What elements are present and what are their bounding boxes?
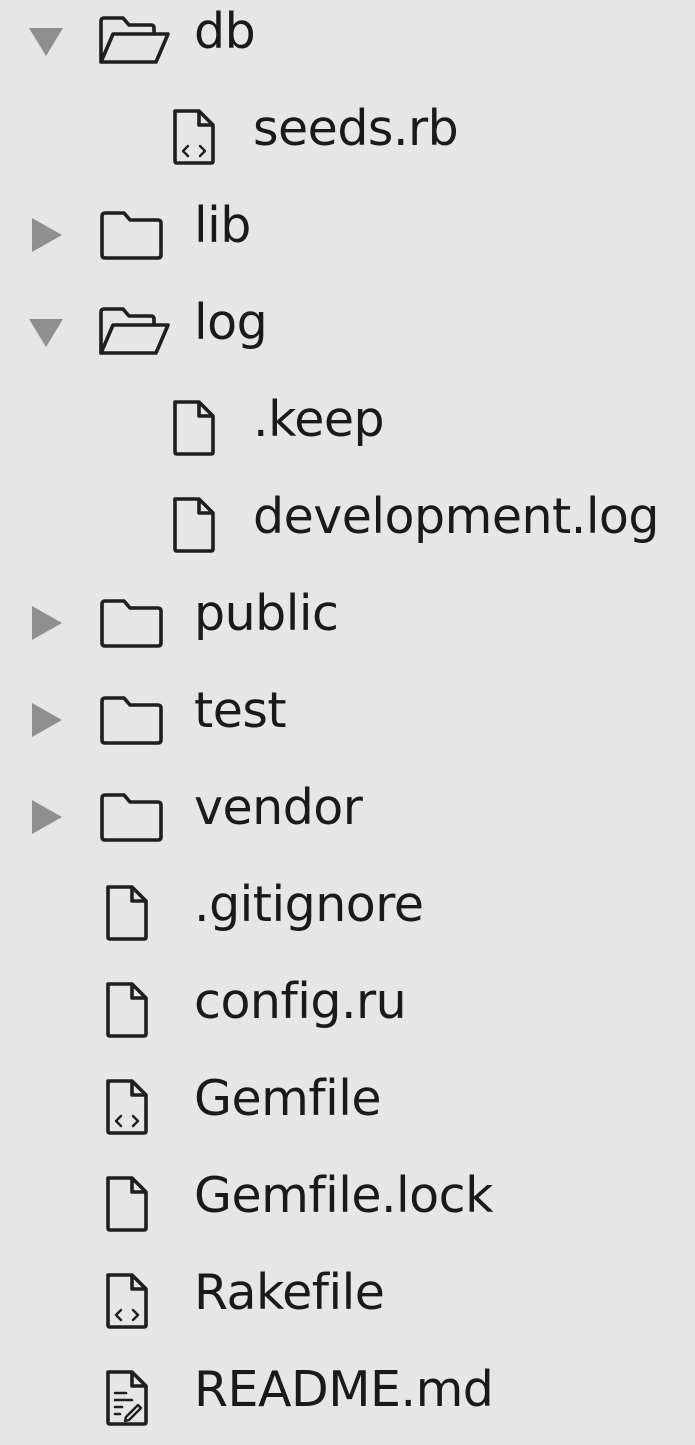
tree-item-label: .keep xyxy=(253,391,385,448)
tree-file-row[interactable]: Rakefile xyxy=(0,1255,695,1351)
tree-item-label: log xyxy=(194,294,268,351)
tree-file-row[interactable]: README.md xyxy=(0,1352,695,1445)
tree-item-label: seeds.rb xyxy=(253,100,459,157)
tree-folder-row[interactable]: lib xyxy=(0,188,695,284)
disclosure-collapsed-icon[interactable] xyxy=(26,797,66,837)
tree-item-label: Rakefile xyxy=(194,1264,385,1321)
tree-file-row[interactable]: Gemfile xyxy=(0,1061,695,1157)
tree-file-row[interactable]: .gitignore xyxy=(0,867,695,963)
tree-folder-row[interactable]: test xyxy=(0,673,695,769)
disclosure-collapsed-icon[interactable] xyxy=(26,215,66,255)
markdown-file-icon xyxy=(96,1370,172,1426)
tree-file-row[interactable]: Gemfile.lock xyxy=(0,1158,695,1254)
folder-icon xyxy=(96,594,172,650)
tree-file-row[interactable]: config.ru xyxy=(0,964,695,1060)
folder-open-icon xyxy=(96,12,172,68)
disclosure-collapsed-icon[interactable] xyxy=(26,700,66,740)
file-icon xyxy=(96,982,172,1038)
folder-open-icon xyxy=(96,303,172,359)
code-file-icon xyxy=(163,109,239,165)
tree-item-label: Gemfile xyxy=(194,1070,381,1127)
tree-item-label: config.ru xyxy=(194,973,407,1030)
tree-folder-row[interactable]: vendor xyxy=(0,770,695,866)
tree-file-row[interactable]: .keep xyxy=(0,382,695,478)
tree-item-label: README.md xyxy=(194,1361,494,1418)
file-tree: db seeds.rb lib log .keep development.log publ… xyxy=(0,0,695,1445)
tree-file-row[interactable]: seeds.rb xyxy=(0,91,695,187)
code-file-icon xyxy=(96,1273,172,1329)
tree-file-row[interactable]: development.log xyxy=(0,479,695,575)
file-icon xyxy=(163,497,239,553)
file-icon xyxy=(96,1176,172,1232)
disclosure-collapsed-icon[interactable] xyxy=(26,603,66,643)
tree-item-label: public xyxy=(194,585,339,642)
file-icon xyxy=(163,400,239,456)
disclosure-expanded-icon[interactable] xyxy=(26,22,66,62)
file-icon xyxy=(96,885,172,941)
tree-item-label: db xyxy=(194,3,256,60)
folder-icon xyxy=(96,206,172,262)
folder-icon xyxy=(96,691,172,747)
folder-icon xyxy=(96,788,172,844)
tree-item-label: test xyxy=(194,682,287,739)
tree-folder-row[interactable]: log xyxy=(0,285,695,381)
tree-item-label: development.log xyxy=(253,488,660,545)
tree-folder-row[interactable]: db xyxy=(0,0,695,90)
disclosure-expanded-icon[interactable] xyxy=(26,313,66,353)
tree-item-label: Gemfile.lock xyxy=(194,1167,493,1224)
code-file-icon xyxy=(96,1079,172,1135)
tree-folder-row[interactable]: public xyxy=(0,576,695,672)
tree-item-label: vendor xyxy=(194,779,363,836)
tree-item-label: lib xyxy=(194,197,251,254)
tree-item-label: .gitignore xyxy=(194,876,424,933)
